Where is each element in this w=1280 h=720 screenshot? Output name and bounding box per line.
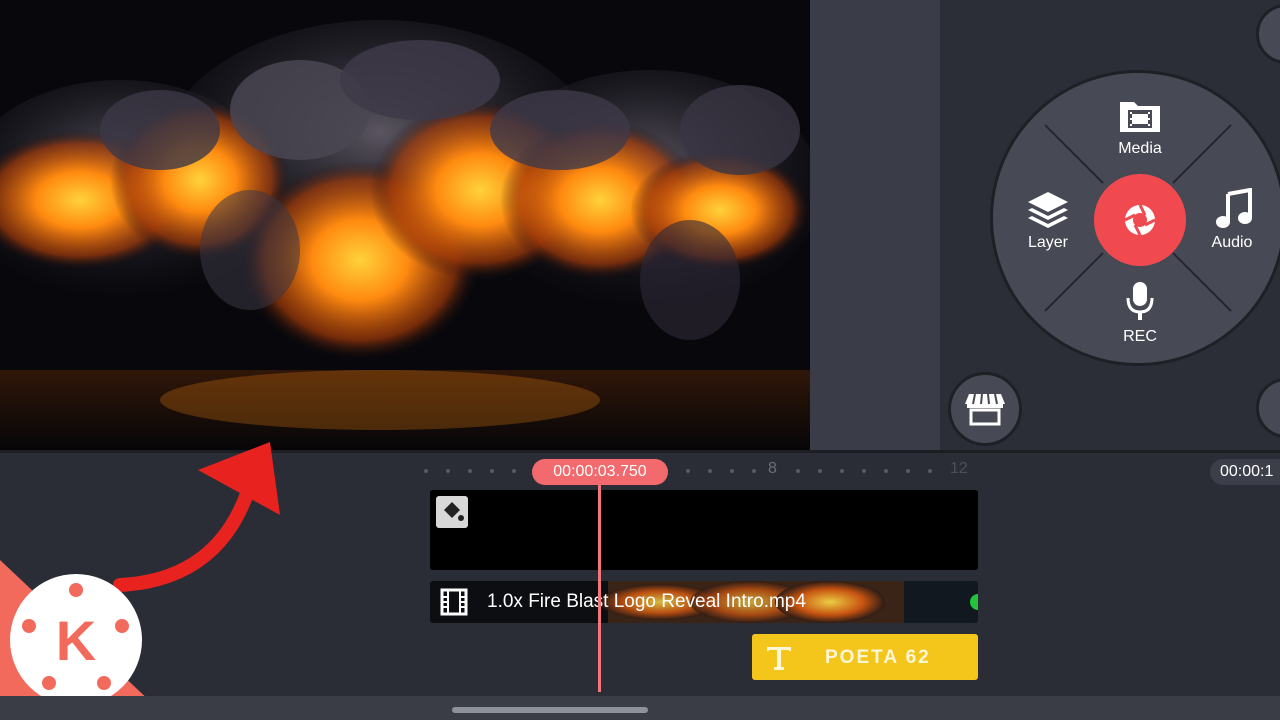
ruler-dot <box>796 469 800 473</box>
ruler-dot <box>884 469 888 473</box>
text-t-icon <box>767 647 791 670</box>
ruler-dot <box>730 469 734 473</box>
ruler-dot <box>928 469 932 473</box>
home-indicator[interactable] <box>452 707 648 713</box>
ruler-dot <box>512 469 516 473</box>
logo-letter: K <box>56 609 96 672</box>
audio-label[interactable]: Audio <box>1192 234 1272 252</box>
playhead[interactable] <box>598 484 601 692</box>
background-track[interactable] <box>430 490 978 570</box>
video-clip-track[interactable]: 1.0x Fire Blast Logo Reveal Intro.mp4 <box>430 581 978 623</box>
current-time: 00:00:03.750 <box>532 459 668 485</box>
rec-label[interactable]: REC <box>1100 328 1180 346</box>
ruler-dot <box>468 469 472 473</box>
fill-bucket-icon <box>436 496 468 528</box>
video-clip-label: 1.0x Fire Blast Logo Reveal Intro.mp4 <box>487 591 806 612</box>
layer-strip <box>430 688 978 701</box>
ruler-dot <box>446 469 450 473</box>
ruler-dot <box>424 469 428 473</box>
capture-button[interactable] <box>1094 174 1186 266</box>
film-icon <box>440 588 468 616</box>
layer-label[interactable]: Layer <box>1008 234 1088 252</box>
ruler-dot <box>862 469 866 473</box>
store-button[interactable] <box>948 372 1022 446</box>
layer-icon[interactable] <box>1026 190 1070 235</box>
store-icon <box>965 393 1005 426</box>
ruler-dot <box>906 469 910 473</box>
media-icon[interactable] <box>1118 96 1162 139</box>
preview-side-gap <box>810 0 940 450</box>
media-label[interactable]: Media <box>1100 140 1180 158</box>
text-clip-track[interactable]: POETA 62 <box>752 634 978 680</box>
ruler-dot <box>818 469 822 473</box>
rec-mic-icon[interactable] <box>1124 280 1156 329</box>
text-clip-label: POETA 62 <box>825 647 931 668</box>
ruler-mark-12: 12 <box>950 460 968 477</box>
kinemaster-logo: K <box>0 560 170 720</box>
ruler-dot <box>708 469 712 473</box>
ruler-dot <box>490 469 494 473</box>
end-time: 00:00:1 <box>1210 459 1280 485</box>
ruler-dot <box>686 469 690 473</box>
ruler-dot <box>840 469 844 473</box>
camera-shutter-icon <box>1124 204 1156 236</box>
ruler-dot <box>752 469 756 473</box>
ruler-mark-8: 8 <box>768 460 777 477</box>
audio-icon[interactable] <box>1214 187 1254 235</box>
